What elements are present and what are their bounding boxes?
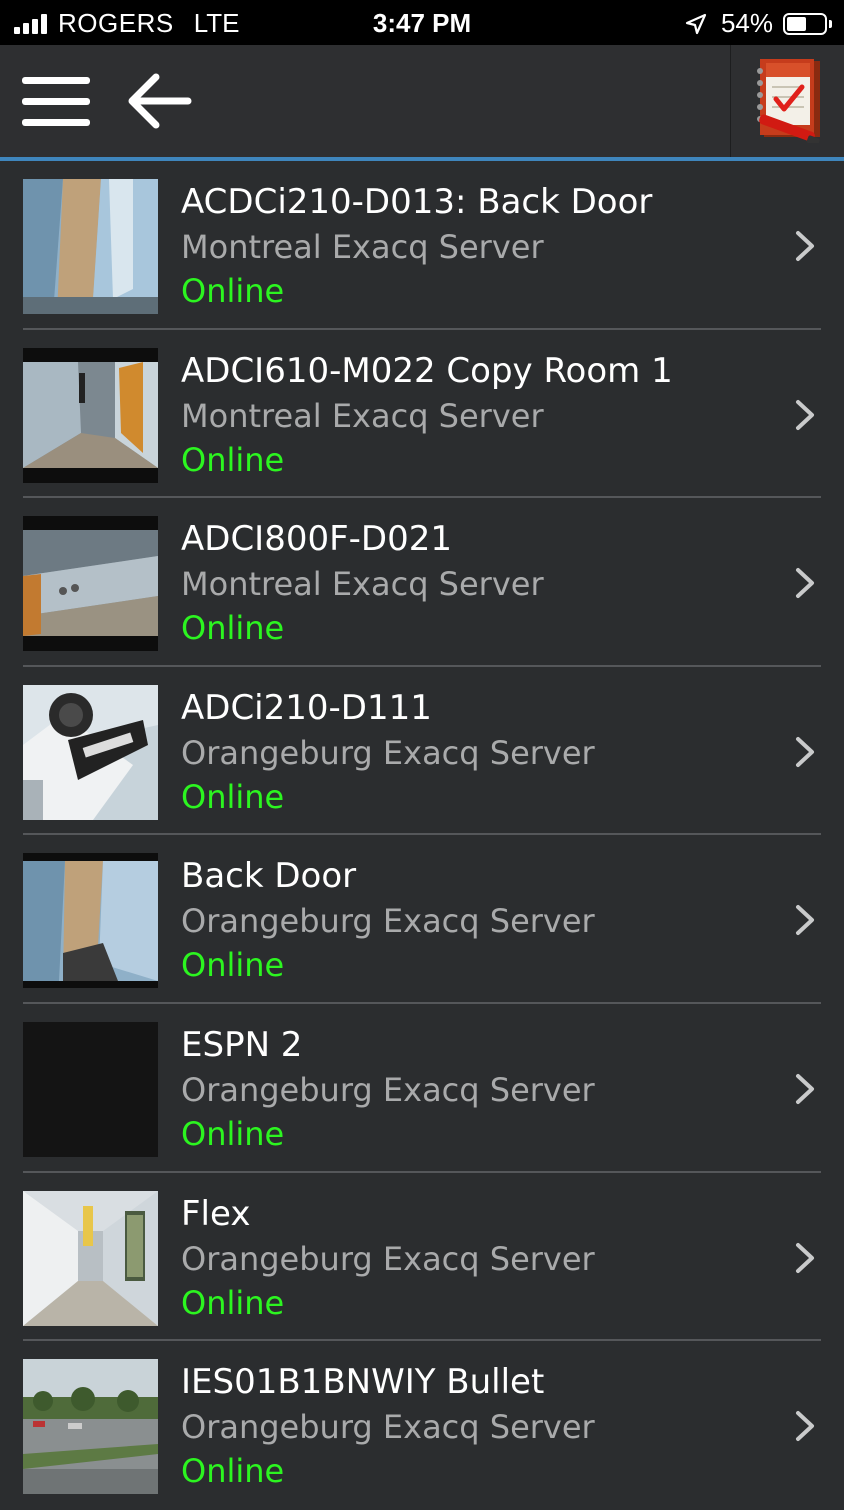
camera-list-item[interactable]: ADCi210-D111 Orangeburg Exacq Server Onl… <box>0 667 844 836</box>
camera-thumbnail <box>23 1021 158 1157</box>
battery-percentage: 54% <box>720 8 773 38</box>
camera-status: Online <box>181 1114 285 1153</box>
chevron-right-icon <box>796 1411 814 1442</box>
status-bar: ROGERS LTE 3:47 PM 54% <box>0 0 844 45</box>
navigation-bar <box>0 45 844 158</box>
camera-status: Online <box>181 272 285 310</box>
camera-thumbnail <box>23 347 158 483</box>
back-arrow-icon[interactable] <box>124 69 194 133</box>
chevron-right-icon <box>796 905 814 936</box>
battery-icon <box>783 12 827 35</box>
camera-server: Montreal Exacq Server <box>181 565 544 604</box>
camera-name: IES01B1BNWIY Bullet <box>181 1362 545 1403</box>
nav-divider <box>730 45 731 158</box>
hamburger-menu-icon[interactable] <box>22 77 92 127</box>
camera-name: ADCI610-M022 Copy Room 1 <box>181 350 673 391</box>
camera-server: Orangeburg Exacq Server <box>181 1070 595 1109</box>
camera-status: Online <box>181 1283 285 1322</box>
camera-name: ACDCi210-D013: Back Door <box>181 182 653 222</box>
camera-thumbnail <box>23 179 158 314</box>
camera-list-item[interactable]: ESPN 2 Orangeburg Exacq Server Online <box>0 1004 844 1173</box>
chevron-right-icon <box>796 399 814 430</box>
camera-thumbnail <box>23 516 158 652</box>
camera-server: Orangeburg Exacq Server <box>181 1408 595 1447</box>
camera-name: ADCI800F-D021 <box>181 519 453 560</box>
camera-status: Online <box>181 440 285 479</box>
camera-list-item[interactable]: Back Door Orangeburg Exacq Server Online <box>0 835 844 1004</box>
camera-server: Orangeburg Exacq Server <box>181 1239 595 1278</box>
camera-thumbnail <box>23 684 158 820</box>
camera-list-item[interactable]: ACDCi210-D013: Back Door Montreal Exacq … <box>0 161 844 330</box>
camera-list: ACDCi210-D013: Back Door Montreal Exacq … <box>0 161 844 1510</box>
camera-server: Montreal Exacq Server <box>181 396 544 435</box>
camera-name: ADCi210-D111 <box>181 687 432 728</box>
camera-status: Online <box>181 777 285 816</box>
chevron-right-icon <box>796 736 814 767</box>
camera-status: Online <box>181 946 285 985</box>
logbook-icon[interactable] <box>752 57 826 143</box>
camera-status: Online <box>181 609 285 648</box>
chevron-right-icon <box>796 1242 814 1273</box>
camera-list-item[interactable]: IES01B1BNWIY Bullet Orangeburg Exacq Ser… <box>0 1341 844 1510</box>
camera-name: ESPN 2 <box>181 1024 303 1065</box>
battery-tip <box>829 19 832 28</box>
battery-fill <box>787 16 806 31</box>
chevron-right-icon <box>796 1073 814 1104</box>
camera-server: Orangeburg Exacq Server <box>181 733 595 772</box>
camera-list-item[interactable]: Flex Orangeburg Exacq Server Online <box>0 1173 844 1342</box>
camera-thumbnail <box>23 1190 158 1326</box>
camera-server: Orangeburg Exacq Server <box>181 902 595 941</box>
chevron-right-icon <box>796 568 814 599</box>
camera-list-item[interactable]: ADCI610-M022 Copy Room 1 Montreal Exacq … <box>0 330 844 499</box>
status-bar-right: 54% <box>685 8 832 39</box>
camera-name: Back Door <box>181 856 357 897</box>
camera-server: Montreal Exacq Server <box>181 228 544 266</box>
camera-thumbnail <box>23 1359 158 1495</box>
camera-thumbnail <box>23 853 158 989</box>
camera-name: Flex <box>181 1193 251 1234</box>
chevron-right-icon <box>796 231 814 261</box>
location-arrow-icon <box>685 13 707 34</box>
camera-list-item[interactable]: ADCI800F-D021 Montreal Exacq Server Onli… <box>0 498 844 667</box>
camera-status: Online <box>181 1452 285 1491</box>
